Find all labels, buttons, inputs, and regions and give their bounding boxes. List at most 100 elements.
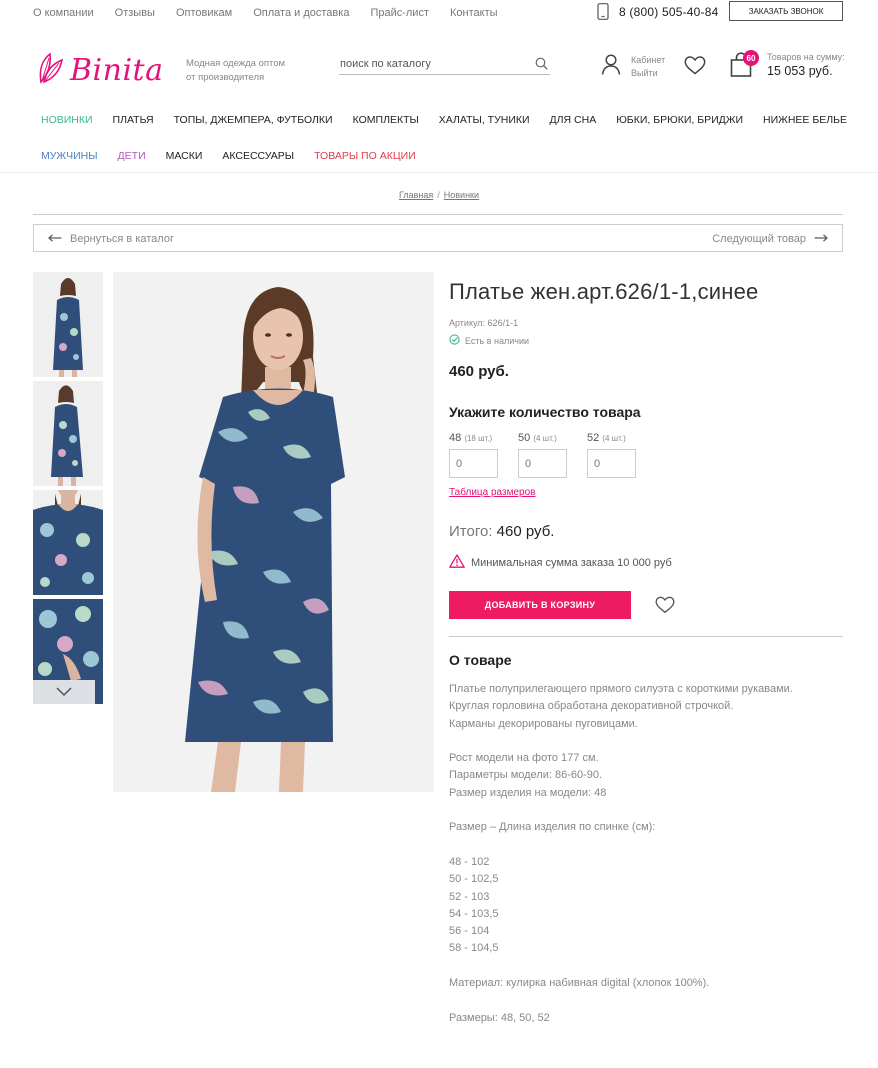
quantity-input-48[interactable]: [449, 449, 498, 478]
user-icon: [601, 54, 621, 80]
size-table-link[interactable]: Таблица размеров: [449, 487, 535, 498]
product-pager: Вернуться в каталог Следующий товар: [33, 224, 843, 252]
size-item: 52 (4 шт.): [587, 432, 636, 478]
breadcrumb-current[interactable]: Новинки: [444, 190, 479, 200]
description-line: Размеры: 48, 50, 52: [449, 1011, 550, 1024]
check-circle-icon: [449, 334, 460, 347]
description-line: Платье полуприлегающего прямого силуэта …: [449, 683, 793, 695]
size-label: 50: [518, 432, 531, 444]
chevron-down-icon: [56, 683, 72, 701]
product-price: 460 руб.: [449, 363, 509, 380]
logout-link[interactable]: Выйти: [631, 67, 665, 80]
product-main-photo[interactable]: [113, 272, 434, 792]
description-line: 48 - 102: [449, 855, 490, 868]
thumbnail-3[interactable]: [33, 490, 103, 595]
total-label: Итого:: [449, 523, 493, 540]
min-order-text: Минимальная сумма заказа 10 000 руб: [471, 556, 672, 569]
phone-icon: [597, 3, 609, 20]
description-line: [449, 802, 843, 819]
top-nav: О компании Отзывы Оптовикам Оплата и дос…: [33, 7, 498, 19]
header: Binita Модная одежда оптом от производит…: [0, 30, 878, 104]
leaf-logo-icon: [38, 52, 64, 89]
top-link-contacts[interactable]: Контакты: [450, 7, 498, 19]
order-total: Итого: 460 руб.: [449, 523, 554, 540]
size-label: 48: [449, 432, 462, 444]
back-to-catalog-label: Вернуться в каталог: [70, 233, 174, 245]
next-product[interactable]: Следующий товар: [712, 233, 828, 245]
cat-sale[interactable]: Товары по акции: [314, 150, 416, 162]
stock-status: Есть в наличии: [449, 334, 529, 347]
top-link-wholesale[interactable]: Оптовикам: [176, 7, 232, 19]
description-line: 54 - 103,5: [449, 907, 499, 920]
top-bar: О компании Отзывы Оптовикам Оплата и дос…: [0, 0, 878, 28]
cat-accessories[interactable]: Аксессуары: [222, 150, 294, 162]
cat-robes[interactable]: Халаты, туники: [439, 114, 530, 126]
description-line: 52 - 103: [449, 890, 490, 903]
search-input[interactable]: [339, 57, 524, 70]
back-to-catalog[interactable]: Вернуться в каталог: [48, 233, 174, 245]
cat-kids[interactable]: Дети: [118, 150, 146, 162]
size-stock: (18 шт.): [464, 434, 493, 443]
cat-skirts[interactable]: Юбки, брюки, бриджи: [616, 114, 743, 126]
top-link-reviews[interactable]: Отзывы: [115, 7, 155, 19]
description-line: Круглая горловина обработана декоративно…: [449, 700, 734, 713]
cat-masks[interactable]: Маски: [166, 150, 203, 162]
description-line: [449, 733, 843, 750]
about-title: О товаре: [449, 652, 512, 668]
tagline: Модная одежда оптом от производителя: [186, 58, 286, 83]
stock-label: Есть в наличии: [465, 335, 529, 346]
cat-sleepwear[interactable]: Для сна: [550, 114, 597, 126]
cat-dresses[interactable]: Платья: [113, 114, 154, 126]
logo[interactable]: Binita: [38, 52, 164, 89]
thumbnails-scroll-down[interactable]: [33, 680, 95, 704]
thumbnail-1[interactable]: [33, 272, 103, 377]
quantity-input-52[interactable]: [587, 449, 636, 478]
total-value: 460 руб.: [496, 523, 555, 540]
arrow-right-icon: [814, 233, 828, 245]
breadcrumb-home[interactable]: Главная: [399, 190, 433, 200]
phone-number[interactable]: 8 (800) 505-40-84: [619, 5, 718, 19]
search-icon[interactable]: [535, 57, 548, 75]
cabinet-link[interactable]: Кабинет: [631, 54, 665, 67]
next-product-label: Следующий товар: [712, 233, 806, 245]
arrow-left-icon: [48, 233, 62, 245]
description-line: Параметры модели: 86-60-90.: [449, 769, 603, 782]
top-link-payment[interactable]: Оплата и доставка: [253, 7, 349, 19]
size-stock: (4 шт.): [602, 434, 626, 443]
size-quantity-list: 48 (18 шт.) 50 (4 шт.) 52 (4 шт.): [449, 432, 636, 478]
size-item: 50 (4 шт.): [518, 432, 567, 478]
description-line: 50 - 102,5: [449, 873, 499, 886]
thumbnail-2[interactable]: [33, 381, 103, 486]
cat-new[interactable]: Новинки: [41, 114, 93, 126]
callback-button[interactable]: Заказать звонок: [729, 1, 843, 21]
quantity-input-50[interactable]: [518, 449, 567, 478]
description-line: Материал: кулирка набивная digital (хлоп…: [449, 977, 710, 990]
cabinet[interactable]: Кабинет Выйти: [601, 54, 665, 80]
search-box: [339, 53, 550, 75]
phone[interactable]: 8 (800) 505-40-84: [597, 3, 718, 20]
wishlist-heart-icon[interactable]: [684, 56, 706, 80]
cart[interactable]: 60: [730, 50, 759, 83]
cat-sets[interactable]: Комплекты: [353, 114, 419, 126]
breadcrumb-divider: [33, 214, 843, 215]
cat-men[interactable]: Мужчины: [41, 150, 98, 162]
add-to-wishlist-heart-icon[interactable]: [655, 596, 675, 619]
description-line: Размер – Длина изделия по спинке (см):: [449, 821, 656, 834]
breadcrumb: Главная / Новинки: [398, 190, 480, 200]
cat-underwear[interactable]: Нижнее белье: [763, 114, 847, 126]
nav-divider: [0, 172, 878, 173]
warning-icon: [449, 554, 465, 571]
add-to-cart-button[interactable]: Добавить в корзину: [449, 591, 631, 619]
cat-tops[interactable]: Топы, джемпера, футболки: [174, 114, 333, 126]
cart-sum-value: 15 053 руб.: [767, 64, 833, 78]
description-line: [449, 958, 843, 975]
description-line: [449, 992, 843, 1009]
description-line: Карманы декорированы пуговицами.: [449, 717, 638, 730]
top-link-about[interactable]: О компании: [33, 7, 94, 19]
product-description: Платье полуприлегающего прямого силуэта …: [449, 681, 843, 1027]
description-line: 58 - 104,5: [449, 942, 499, 955]
top-link-pricelist[interactable]: Прайс-лист: [370, 7, 429, 19]
cart-sum[interactable]: Товаров на сумму: 15 053 руб.: [767, 52, 845, 78]
info-divider: [449, 636, 843, 637]
cart-sum-label: Товаров на сумму:: [767, 52, 845, 62]
